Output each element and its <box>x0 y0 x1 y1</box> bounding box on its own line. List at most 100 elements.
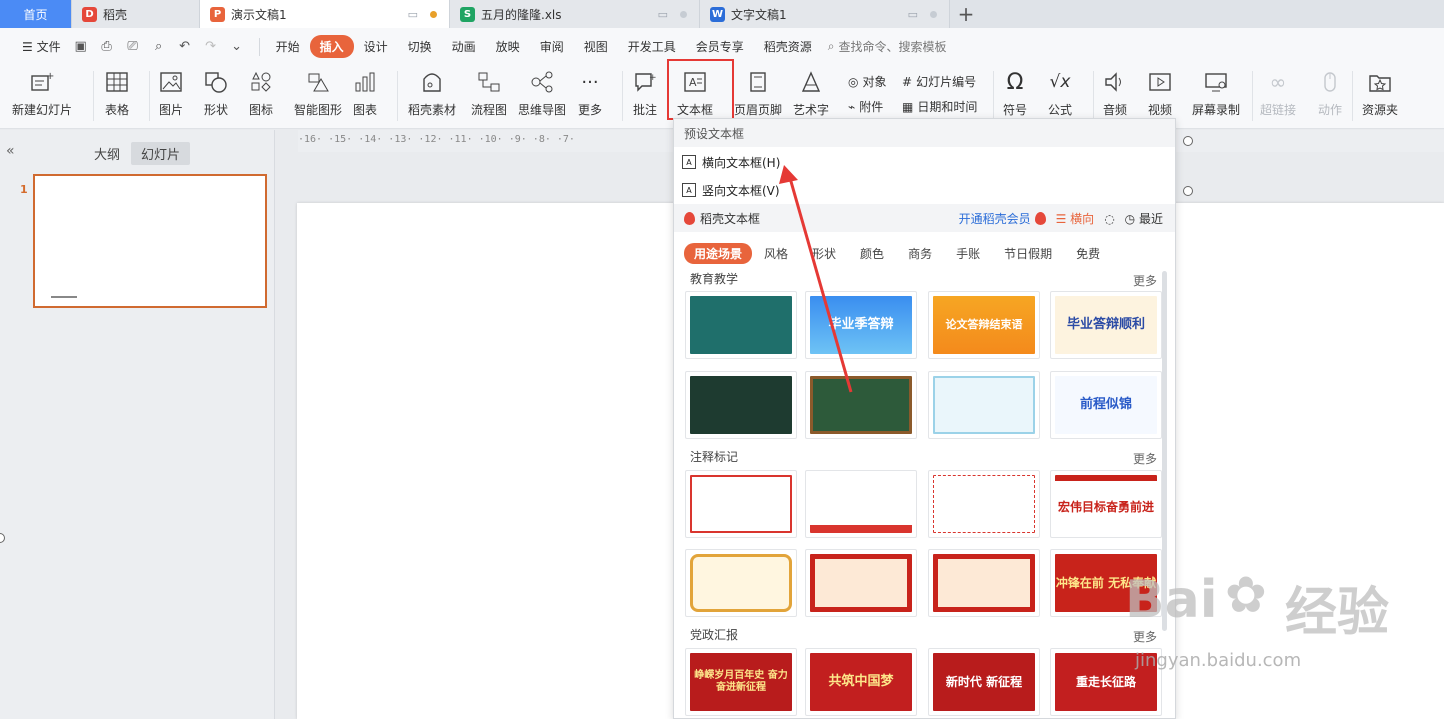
tab-daoke[interactable]: D 稻壳 <box>72 0 200 28</box>
vertical-textbox-option[interactable]: A 竖向文本框(V) <box>682 179 780 201</box>
new-slide-button[interactable]: + 新建幻灯片 <box>12 69 72 118</box>
command-search[interactable]: ⌕ 查找命令、搜索模板 <box>828 38 947 55</box>
more-button[interactable]: ··· 更多 <box>577 69 603 118</box>
wordart-button[interactable]: 艺术字 <box>793 69 829 118</box>
video-button[interactable]: 视频 <box>1147 69 1173 118</box>
redo-icon[interactable]: ↷ <box>201 38 221 56</box>
template-thumb[interactable] <box>685 470 797 538</box>
menu-member[interactable]: 会员专享 <box>686 38 754 55</box>
template-thumb[interactable] <box>805 371 917 439</box>
horizontal-toggle[interactable]: ☰ 横向 <box>1056 210 1095 227</box>
daoke-material-button[interactable]: 稻壳素材 <box>408 69 456 118</box>
flowchart-button[interactable]: 流程图 <box>471 69 507 118</box>
menu-developer[interactable]: 开发工具 <box>618 38 686 55</box>
action-button[interactable]: 动作 <box>1317 69 1343 118</box>
template-thumb[interactable] <box>805 549 917 617</box>
attachment-button[interactable]: ⌁ 附件 <box>848 98 883 115</box>
slide-number-button[interactable]: # 幻灯片编号 <box>902 73 976 90</box>
chat-icon[interactable]: ◌ <box>1104 212 1114 226</box>
hyperlink-button[interactable]: ∞ 超链接 <box>1260 69 1296 118</box>
slide-thumbnail[interactable] <box>33 174 267 308</box>
table-icon <box>104 69 130 95</box>
add-tab-button[interactable]: + <box>950 0 982 28</box>
menu-review[interactable]: 审阅 <box>530 38 574 55</box>
icon-button[interactable]: 图标 <box>248 69 274 118</box>
collapse-panel-icon[interactable]: « <box>6 143 15 159</box>
menu-design[interactable]: 设计 <box>354 38 398 55</box>
template-thumb[interactable] <box>685 371 797 439</box>
undo-icon[interactable]: ↶ <box>175 38 195 56</box>
template-thumb[interactable]: 毕业季答辩 <box>805 291 917 359</box>
category-usage[interactable]: 用途场景 <box>684 243 753 264</box>
customize-chevron-icon[interactable]: ⌄ <box>227 38 247 56</box>
tab-presentation[interactable]: P 演示文稿1 ▭ <box>200 0 450 28</box>
template-thumb[interactable]: 前程似锦 <box>1050 371 1162 439</box>
mindmap-button[interactable]: 思维导图 <box>518 69 566 118</box>
file-menu[interactable]: ☰ 文件 <box>12 38 71 55</box>
outline-tab[interactable]: 大纲 <box>84 142 130 165</box>
template-thumb[interactable] <box>685 291 797 359</box>
screen-record-button[interactable]: 屏幕录制 <box>1192 69 1240 118</box>
shape-button[interactable]: 形状 <box>203 69 229 118</box>
template-thumb[interactable]: 宏伟目标奋勇前进 <box>1050 470 1162 538</box>
object-button[interactable]: ◎ 对象 <box>848 73 887 90</box>
chart-button[interactable]: 图表 <box>352 69 378 118</box>
template-thumb[interactable]: 共筑中国梦 <box>805 648 917 716</box>
category-color[interactable]: 颜色 <box>848 243 896 264</box>
menu-transition[interactable]: 切换 <box>398 38 442 55</box>
datetime-button[interactable]: ▦ 日期和时间 <box>902 98 977 115</box>
preview-icon[interactable]: ⌕ <box>149 38 169 56</box>
print-icon[interactable]: ⎚ <box>123 38 143 56</box>
symbol-button[interactable]: Ω 符号 <box>1002 69 1028 118</box>
template-thumb[interactable] <box>805 470 917 538</box>
tab-document[interactable]: W 文字文稿1 ▭ <box>700 0 950 28</box>
tab-spreadsheet[interactable]: S 五月的隆隆.xls ▭ <box>450 0 700 28</box>
recent-button[interactable]: ◷ 最近 <box>1125 210 1163 227</box>
export-pdf-icon[interactable]: ⎙ <box>97 38 117 56</box>
table-button[interactable]: 表格 <box>104 69 130 118</box>
header-footer-button[interactable]: 页眉页脚 <box>734 69 782 118</box>
category-holiday[interactable]: 节日假期 <box>992 243 1064 264</box>
menu-start[interactable]: 开始 <box>266 38 310 55</box>
template-thumb[interactable] <box>928 470 1040 538</box>
formula-button[interactable]: √x 公式 <box>1047 69 1073 118</box>
template-thumb[interactable]: 论文答辩结束语 <box>928 291 1040 359</box>
category-business[interactable]: 商务 <box>896 243 944 264</box>
category-journal[interactable]: 手账 <box>944 243 992 264</box>
save-icon[interactable]: ▣ <box>71 38 91 56</box>
template-thumb[interactable]: 峥嵘岁月百年史 奋力奋进新征程 <box>685 648 797 716</box>
template-thumb[interactable]: 冲锋在前 无私奉献 <box>1050 549 1162 617</box>
smartart-button[interactable]: 智能图形 <box>294 69 342 118</box>
category-shape[interactable]: 形状 <box>800 243 848 264</box>
menu-view[interactable]: 视图 <box>574 38 618 55</box>
resize-handle[interactable] <box>1183 136 1193 146</box>
template-thumb[interactable]: 毕业答辩顺利 <box>1050 291 1162 359</box>
template-thumb[interactable] <box>928 371 1040 439</box>
menu-insert[interactable]: 插入 <box>309 35 354 58</box>
more-party-link[interactable]: 更多 <box>1133 628 1157 645</box>
menu-slideshow[interactable]: 放映 <box>486 38 530 55</box>
template-thumb[interactable] <box>685 549 797 617</box>
more-annotation-link[interactable]: 更多 <box>1133 450 1157 467</box>
screen-icon[interactable]: ▭ <box>908 8 918 21</box>
audio-button[interactable]: 音频 <box>1102 69 1128 118</box>
template-thumb[interactable] <box>928 549 1040 617</box>
template-thumb[interactable]: 新时代 新征程 <box>928 648 1040 716</box>
slides-tab[interactable]: 幻灯片 <box>131 142 191 165</box>
horizontal-textbox-option[interactable]: A 横向文本框(H) <box>682 151 780 173</box>
picture-button[interactable]: 图片 <box>158 69 184 118</box>
template-thumb[interactable]: 重走长征路 <box>1050 648 1162 716</box>
resize-handle[interactable] <box>1183 186 1193 196</box>
category-free[interactable]: 免费 <box>1064 243 1112 264</box>
menu-daoke-resource[interactable]: 稻壳资源 <box>754 38 822 55</box>
screen-icon[interactable]: ▭ <box>658 8 668 21</box>
more-education-link[interactable]: 更多 <box>1133 272 1157 289</box>
menu-animation[interactable]: 动画 <box>442 38 486 55</box>
dropdown-scrollbar[interactable] <box>1162 271 1167 631</box>
comment-button[interactable]: + 批注 <box>632 69 658 118</box>
resource-folder-button[interactable]: 资源夹 <box>1362 69 1398 118</box>
tab-home[interactable]: 首页 <box>0 0 72 28</box>
open-vip-link[interactable]: 开通稻壳会员 <box>959 210 1046 227</box>
screen-icon[interactable]: ▭ <box>408 8 418 21</box>
category-style[interactable]: 风格 <box>752 243 800 264</box>
